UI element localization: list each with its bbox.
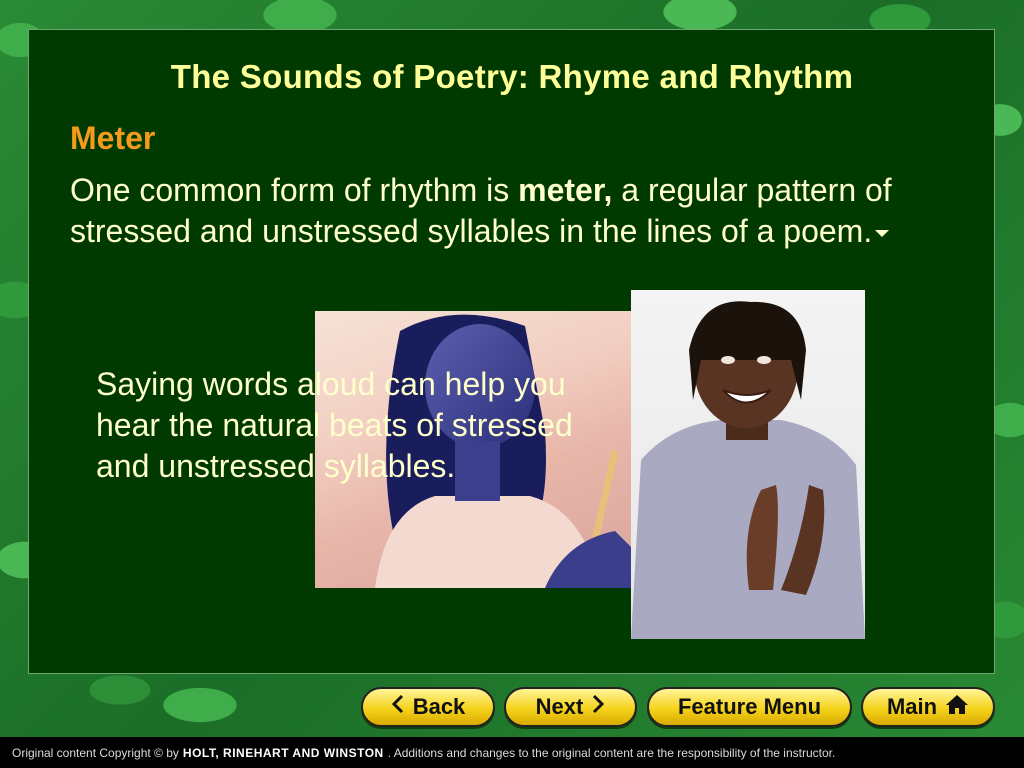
back-button-label: Back [412, 694, 466, 719]
back-button[interactable]: Back [361, 687, 495, 727]
footer-suffix: . Additions and changes to the original … [387, 745, 836, 760]
feature-menu-label: Feature Menu [677, 694, 822, 719]
feature-menu-button[interactable]: Feature Menu [647, 687, 852, 727]
body-text-start: One common form of rhythm is [70, 172, 519, 208]
chevron-right-icon [591, 694, 605, 720]
publisher-name: HOLT, RINEHART AND WINSTON [182, 745, 384, 760]
next-button-label: Next [535, 694, 584, 719]
main-button-label: Main [886, 694, 938, 719]
term-meter: meter, [518, 172, 613, 208]
slide-title: The Sounds of Poetry: Rhyme and Rhythm [170, 58, 854, 95]
section-heading: Meter [70, 120, 156, 156]
home-icon [945, 693, 969, 721]
caption-text: Saying words aloud can help you hear the… [96, 366, 573, 484]
main-button[interactable]: Main [861, 687, 995, 727]
body-paragraph: One common form of rhythm is meter, a re… [70, 170, 970, 252]
copyright-footer: Original content Copyright © by HOLT, RI… [0, 737, 1024, 768]
footer-prefix: Original content Copyright © by [12, 745, 179, 760]
chevron-left-icon [391, 694, 405, 720]
more-arrow-icon[interactable] [875, 230, 890, 238]
next-button[interactable]: Next [504, 687, 637, 727]
man-clapping-image [631, 290, 865, 639]
